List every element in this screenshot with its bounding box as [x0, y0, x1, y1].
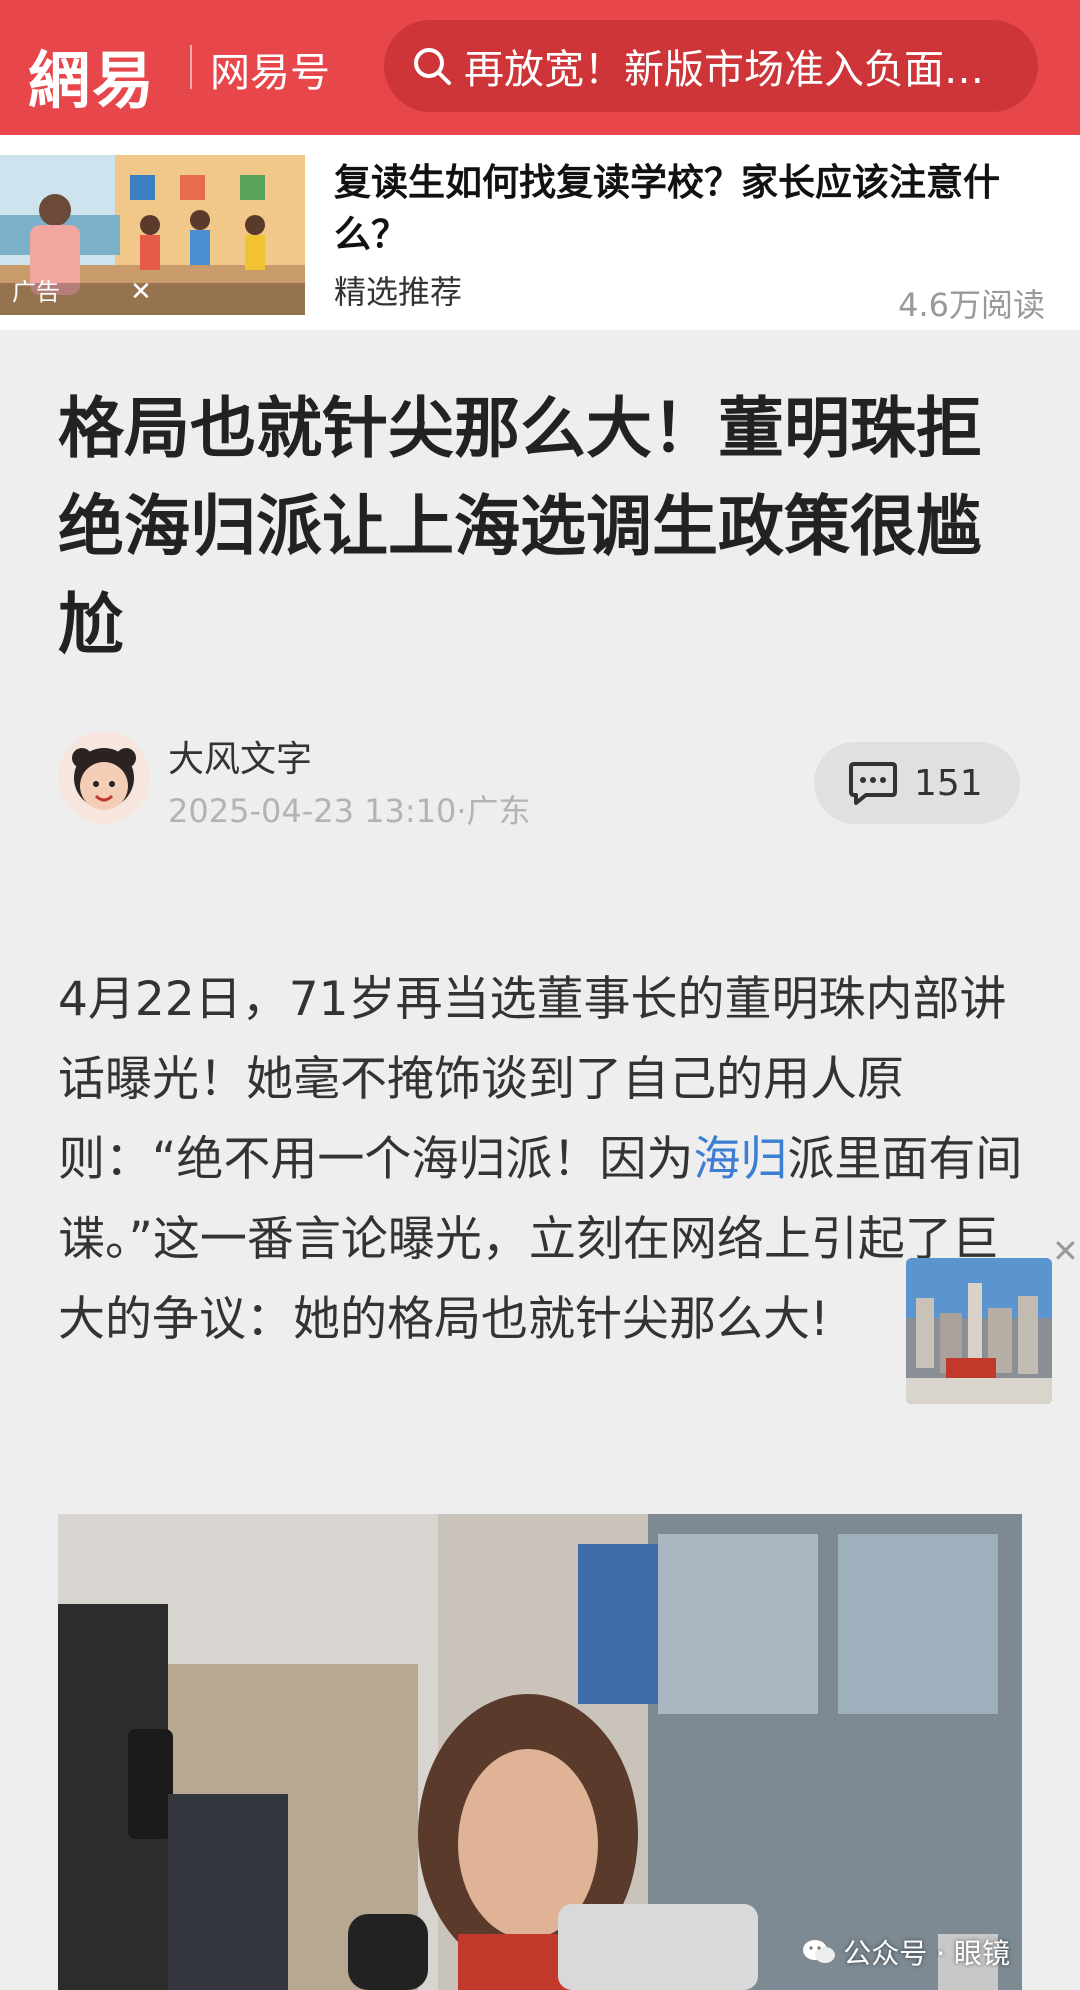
author-name[interactable]: 大风文字	[168, 730, 312, 782]
ad-source: 精选推荐	[334, 273, 463, 311]
article-photo[interactable]: 公众号 · 眼镜	[58, 1514, 1022, 1990]
channel-label[interactable]: 网易号	[210, 40, 330, 98]
netease-logo[interactable]: 網易	[28, 30, 156, 120]
comment-icon	[849, 762, 897, 805]
city-thumbnail	[906, 1258, 1052, 1404]
article-title: 格局也就针尖那么大！董明珠拒绝海归派让上海选调生政策很尴尬	[58, 390, 982, 663]
ad-banner[interactable]: 广告 ✕ 复读生如何找复读学校？家长应该注意什么？ 精选推荐 4.6万阅读	[0, 135, 1080, 330]
float-close-icon[interactable]: ✕	[1052, 1232, 1079, 1270]
ad-close-icon[interactable]: ✕	[130, 277, 152, 307]
search-icon	[414, 48, 451, 85]
search-hot-query: 再放宽！新版市场准入负面…	[464, 47, 984, 93]
comment-count: 151	[914, 762, 983, 804]
ad-image[interactable]: 广告 ✕	[0, 155, 305, 315]
floating-promo-card[interactable]	[906, 1258, 1052, 1404]
ad-read-count: 4.6万阅读	[898, 286, 1045, 324]
press-photo	[58, 1514, 1022, 1990]
avatar-image	[58, 732, 150, 824]
publish-meta: 2025-04-23 13:10·广东	[168, 792, 531, 830]
ad-tag: 广告	[12, 278, 60, 306]
avatar[interactable]	[58, 732, 150, 824]
top-nav-bar: 網易 网易号 再放宽！新版市场准入负面…	[0, 0, 1080, 135]
watermark-text: 公众号 · 眼镜	[843, 1937, 1010, 1970]
watermark: 公众号 · 眼镜	[801, 1932, 1010, 1972]
search-bar[interactable]: 再放宽！新版市场准入负面…	[384, 20, 1038, 112]
comment-button[interactable]: 151	[814, 742, 1020, 824]
logo-divider	[190, 45, 192, 89]
wechat-icon	[803, 1940, 836, 1963]
keyword-link[interactable]: 海归	[693, 1132, 787, 1187]
article-paragraph: 4月22日，71岁再当选董事长的董明珠内部讲话曝光！她毫不掩饰谈到了自己的用人原…	[58, 960, 1028, 1360]
ad-title[interactable]: 复读生如何找复读学校？家长应该注意什么？	[334, 157, 1064, 261]
